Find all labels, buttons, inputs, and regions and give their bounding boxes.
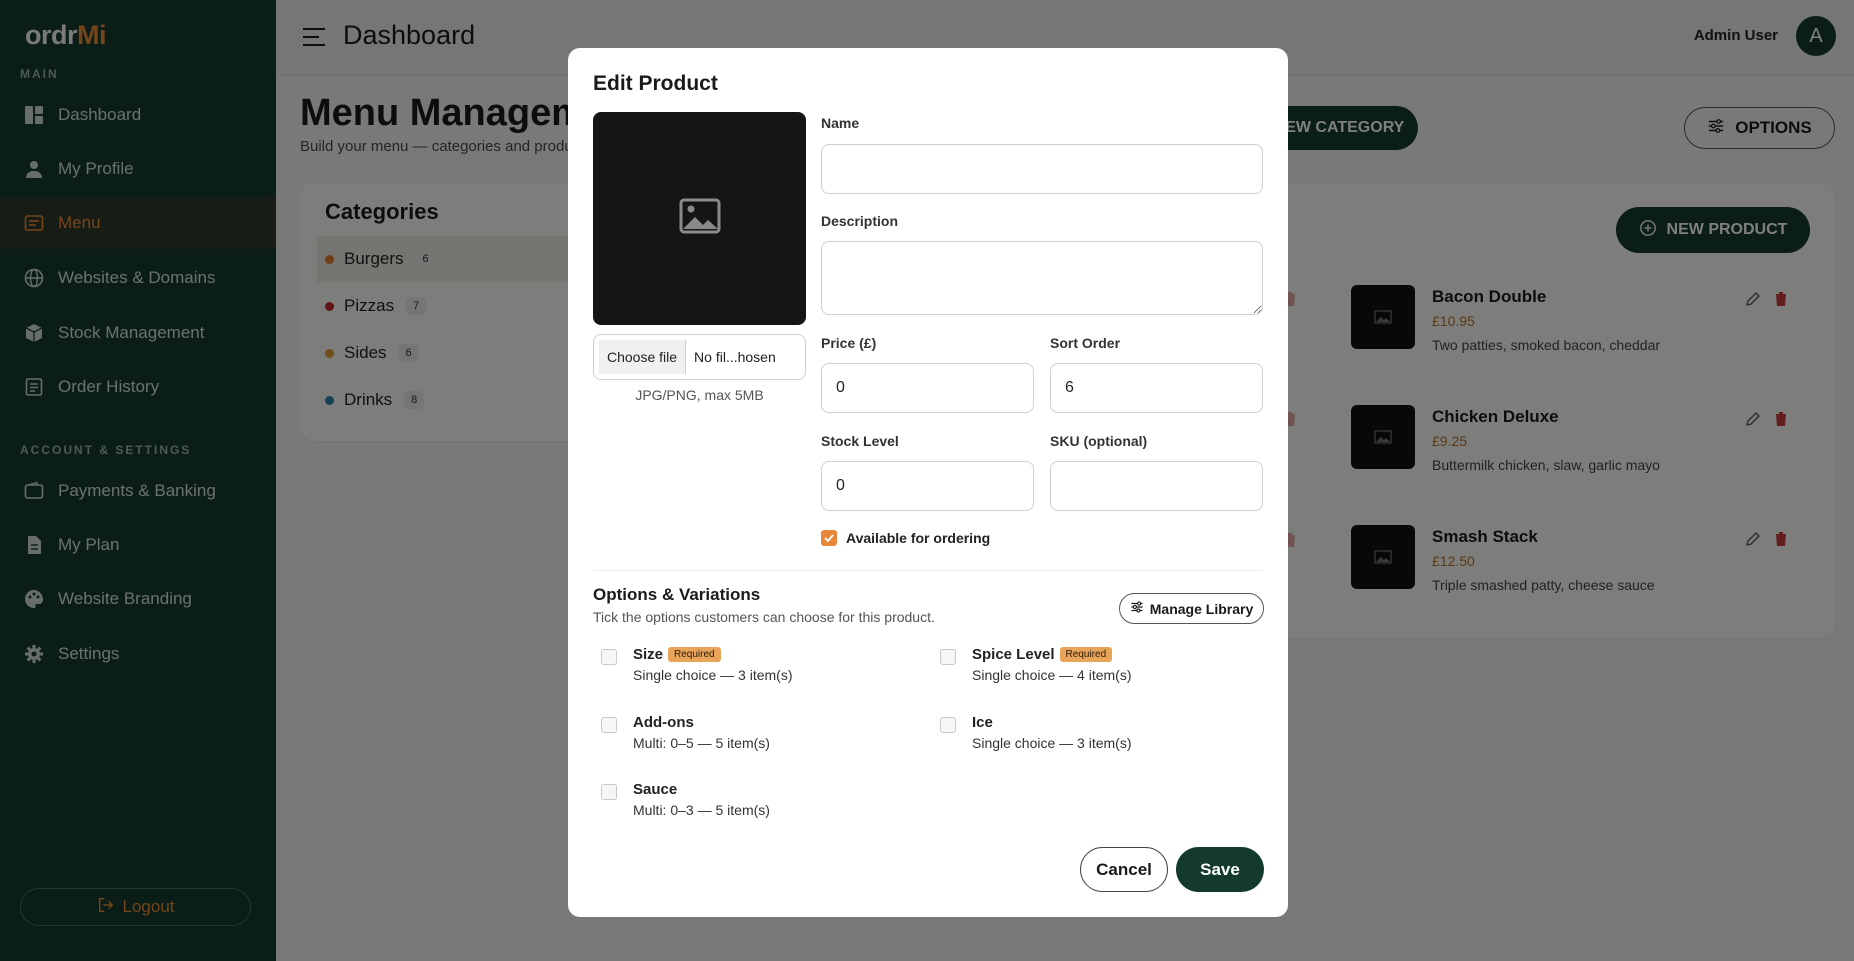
file-name-text: No fil...hosen — [694, 349, 776, 365]
divider — [593, 570, 1263, 571]
option-item-add-ons[interactable]: Add-ons Multi: 0–5 — 5 item(s) — [601, 714, 921, 760]
option-item-sauce[interactable]: Sauce Multi: 0–3 — 5 item(s) — [601, 781, 921, 827]
manage-library-button[interactable]: Manage Library — [1119, 593, 1264, 624]
choose-file-button[interactable]: Choose file — [599, 340, 687, 374]
option-name: Add-ons — [633, 714, 694, 731]
name-label: Name — [821, 115, 860, 131]
options-section-title: Options & Variations — [593, 585, 761, 604]
sku-field[interactable] — [1050, 461, 1263, 511]
stock-level-field[interactable] — [821, 461, 1034, 511]
option-checkbox[interactable] — [940, 649, 956, 665]
options-section-subtitle: Tick the options customers can choose fo… — [593, 609, 935, 625]
option-checkbox[interactable] — [601, 649, 617, 665]
option-checkbox[interactable] — [940, 717, 956, 733]
description-label: Description — [821, 213, 899, 229]
option-description: Single choice — 3 item(s) — [633, 667, 793, 683]
option-description: Multi: 0–5 — 5 item(s) — [633, 735, 770, 751]
option-description: Single choice — 3 item(s) — [972, 735, 1132, 751]
price-field[interactable] — [821, 363, 1034, 413]
file-hint: JPG/PNG, max 5MB — [635, 387, 764, 403]
option-item-spice-level[interactable]: Spice Level Required Single choice — 4 it… — [940, 646, 1260, 692]
save-button[interactable]: Save — [1176, 847, 1264, 892]
sort-order-field[interactable] — [1050, 363, 1263, 413]
sort-order-label: Sort Order — [1050, 335, 1121, 351]
option-name: Ice — [972, 714, 993, 731]
sliders-icon — [1130, 600, 1144, 617]
edit-product-modal: Edit Product Choose file No fil...hosen … — [568, 48, 1288, 917]
option-name: Sauce — [633, 781, 678, 798]
description-field[interactable] — [821, 241, 1263, 315]
option-description: Multi: 0–3 — 5 item(s) — [633, 802, 770, 818]
modal-title: Edit Product — [593, 72, 718, 95]
file-upload-input[interactable]: Choose file No fil...hosen — [593, 334, 806, 380]
product-image-preview — [593, 112, 806, 325]
name-field[interactable] — [821, 144, 1263, 194]
required-badge: Required — [668, 647, 721, 662]
price-label: Price (£) — [821, 335, 877, 351]
manage-library-label: Manage Library — [1149, 600, 1254, 617]
cancel-button[interactable]: Cancel — [1080, 847, 1168, 892]
stock-level-label: Stock Level — [821, 433, 899, 449]
option-name: Size — [633, 646, 664, 663]
required-badge: Required — [1059, 647, 1113, 662]
option-checkbox[interactable] — [601, 717, 617, 733]
available-checkbox-row[interactable]: Available for ordering — [821, 530, 990, 546]
option-item-ice[interactable]: Ice Single choice — 3 item(s) — [940, 714, 1260, 760]
sku-label: SKU (optional) — [1050, 433, 1148, 449]
option-name: Spice Level — [972, 646, 1055, 663]
option-description: Single choice — 4 item(s) — [972, 667, 1132, 683]
option-item-size[interactable]: Size Required Single choice — 3 item(s) — [601, 646, 921, 692]
option-checkbox[interactable] — [601, 784, 617, 800]
available-label: Available for ordering — [846, 530, 991, 546]
available-checkbox[interactable] — [821, 530, 837, 546]
image-placeholder-icon — [679, 198, 721, 239]
